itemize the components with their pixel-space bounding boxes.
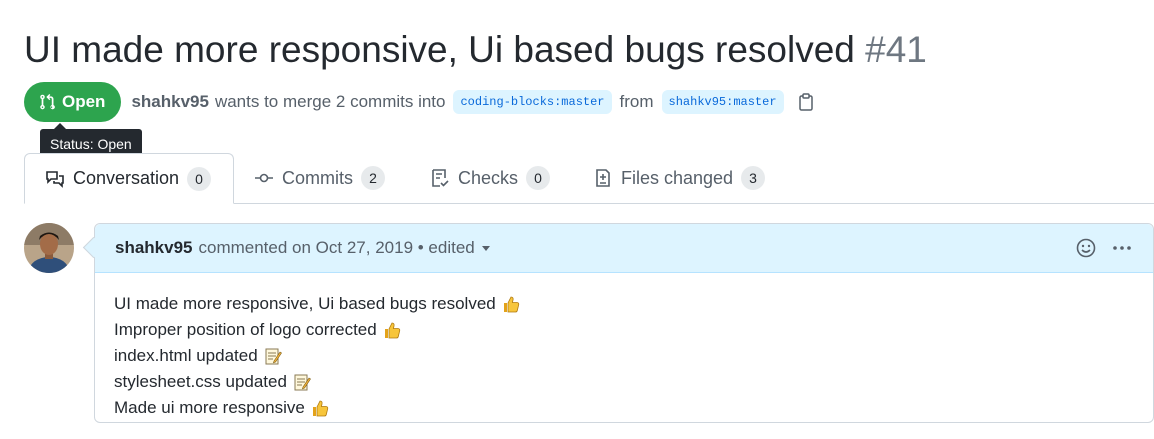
- comment-line: Improper position of logo corrected: [114, 317, 1134, 343]
- memo-icon: [265, 348, 282, 365]
- pr-number: #41: [865, 29, 927, 70]
- pr-title: UI made more responsive, Ui based bugs r…: [24, 26, 927, 74]
- pr-tabs: Conversation 0 Commits 2 Checks 0 Files …: [24, 153, 1154, 204]
- from-text: from: [619, 92, 654, 111]
- merge-info: shahkv95 wants to merge 2 commits into c…: [131, 90, 813, 114]
- comment-line-text: stylesheet.css updated: [114, 372, 287, 391]
- state-badge[interactable]: Open: [24, 82, 122, 122]
- tab-label: Checks: [458, 167, 519, 188]
- base-branch[interactable]: coding-blocks:master: [453, 90, 612, 114]
- comment-line: index.html updated: [114, 343, 1134, 369]
- comment-header: shahkv95 commented on Oct 27, 2019 • edi…: [95, 224, 1153, 273]
- comment-line: Made ui more responsive: [114, 395, 1134, 421]
- head-branch[interactable]: shahkv95:master: [661, 90, 784, 114]
- comment-line: UI made more responsive, Ui based bugs r…: [114, 291, 1134, 317]
- avatar[interactable]: [24, 223, 74, 273]
- tab-conversation[interactable]: Conversation 0: [24, 153, 235, 204]
- copy-icon[interactable]: [798, 93, 814, 111]
- file-diff-icon: [596, 169, 610, 187]
- thumbs-up-icon: [384, 322, 400, 339]
- checklist-icon: [432, 169, 449, 187]
- state-label: Open: [62, 92, 106, 111]
- author-link[interactable]: shahkv95: [131, 92, 209, 112]
- tab-files-changed[interactable]: Files changed 3: [593, 153, 766, 203]
- tab-label: Conversation: [73, 168, 180, 188]
- comment-box: shahkv95 commented on Oct 27, 2019 • edi…: [94, 223, 1154, 423]
- comment-line-text: Made ui more responsive: [114, 398, 305, 417]
- tab-counter: 0: [187, 166, 212, 191]
- avatar-photo: [24, 223, 74, 273]
- tab-counter: 0: [526, 166, 551, 190]
- caret-down-icon[interactable]: [481, 243, 491, 253]
- thumbs-up-icon: [312, 400, 329, 417]
- tab-commits[interactable]: Commits 2: [254, 153, 385, 203]
- comment-line-text: index.html updated: [114, 346, 258, 365]
- pr-meta: Open shahkv95 wants to merge 2 commits i…: [24, 82, 814, 122]
- git-commit-icon: [255, 173, 273, 183]
- comment-actions: [1075, 224, 1133, 272]
- comment-meta[interactable]: commented on Oct 27, 2019 • edited: [199, 238, 475, 258]
- tab-label: Files changed: [621, 167, 734, 188]
- comment-author[interactable]: shahkv95: [115, 238, 193, 258]
- tab-checks[interactable]: Checks 0: [430, 153, 551, 203]
- tab-label: Commits: [282, 167, 353, 188]
- memo-icon: [294, 374, 311, 391]
- comment-line-text: Improper position of logo corrected: [114, 320, 377, 339]
- smiley-icon[interactable]: [1075, 237, 1097, 259]
- git-pull-request-icon: [40, 94, 55, 110]
- comment-line: stylesheet.css updated: [114, 369, 1134, 395]
- comment-line-text: UI made more responsive, Ui based bugs r…: [114, 294, 496, 313]
- comment-body: UI made more responsive, Ui based bugs r…: [95, 273, 1153, 439]
- tab-counter: 3: [741, 166, 766, 190]
- pr-title-text: UI made more responsive, Ui based bugs r…: [24, 29, 855, 70]
- kebab-horizontal-icon[interactable]: [1111, 237, 1133, 259]
- merge-text: wants to merge 2 commits into: [214, 92, 446, 111]
- thumbs-up-icon: [503, 296, 519, 313]
- comment-discussion-icon: [46, 170, 64, 188]
- tab-counter: 2: [361, 166, 385, 190]
